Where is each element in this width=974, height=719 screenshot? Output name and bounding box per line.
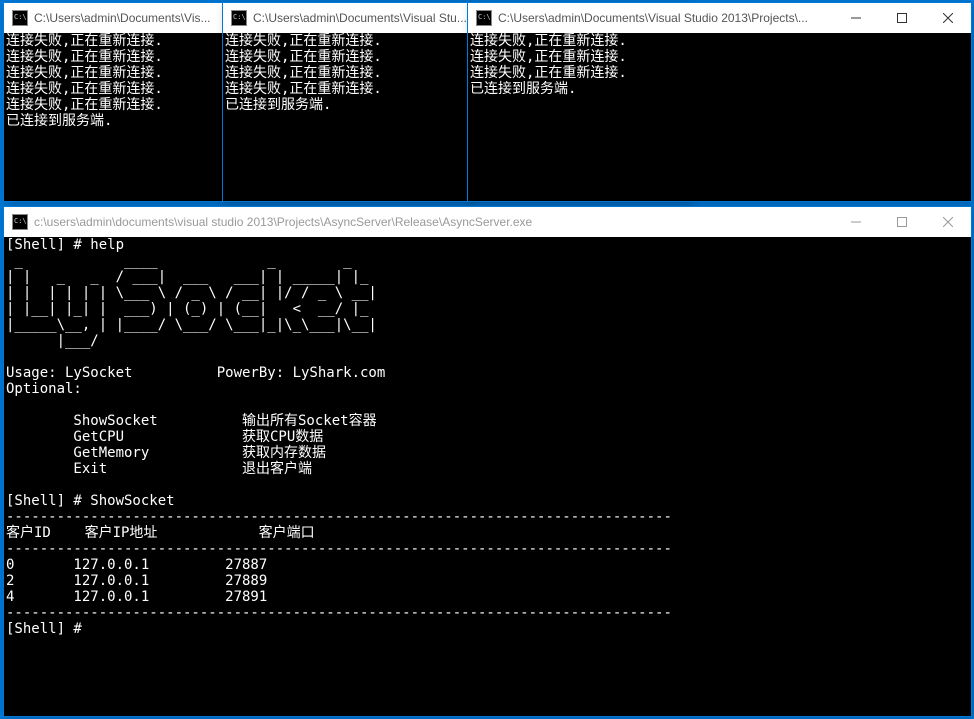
console-output[interactable]: 连接失败,正在重新连接. 连接失败,正在重新连接. 连接失败,正在重新连接. 已… bbox=[468, 33, 971, 201]
minimize-icon bbox=[851, 13, 861, 23]
console-icon bbox=[12, 10, 28, 26]
minimize-icon bbox=[851, 217, 861, 227]
window-buttons bbox=[833, 207, 971, 237]
client-window-3: C:\Users\admin\Documents\Visual Studio 2… bbox=[467, 2, 972, 202]
maximize-button[interactable] bbox=[879, 3, 925, 33]
server-window: c:\users\admin\documents\visual studio 2… bbox=[3, 206, 972, 717]
minimize-button[interactable] bbox=[833, 3, 879, 33]
console-icon bbox=[12, 214, 28, 230]
close-icon bbox=[943, 13, 953, 23]
titlebar[interactable]: C:\Users\admin\Documents\Visual Studio 2… bbox=[468, 3, 971, 33]
close-button[interactable] bbox=[925, 3, 971, 33]
maximize-icon bbox=[897, 217, 907, 227]
close-button[interactable] bbox=[925, 207, 971, 237]
close-icon bbox=[943, 217, 953, 227]
minimize-button[interactable] bbox=[833, 207, 879, 237]
maximize-button[interactable] bbox=[879, 207, 925, 237]
titlebar[interactable]: c:\users\admin\documents\visual studio 2… bbox=[4, 207, 971, 237]
window-title: C:\Users\admin\Documents\Visual Studio 2… bbox=[498, 11, 833, 25]
window-title: c:\users\admin\documents\visual studio 2… bbox=[34, 215, 833, 229]
maximize-icon bbox=[897, 13, 907, 23]
window-buttons bbox=[833, 3, 971, 33]
console-icon bbox=[231, 10, 247, 26]
console-icon bbox=[476, 10, 492, 26]
console-output[interactable]: [Shell] # help _ ____ _ _ | | _ _ / ___|… bbox=[4, 237, 971, 716]
